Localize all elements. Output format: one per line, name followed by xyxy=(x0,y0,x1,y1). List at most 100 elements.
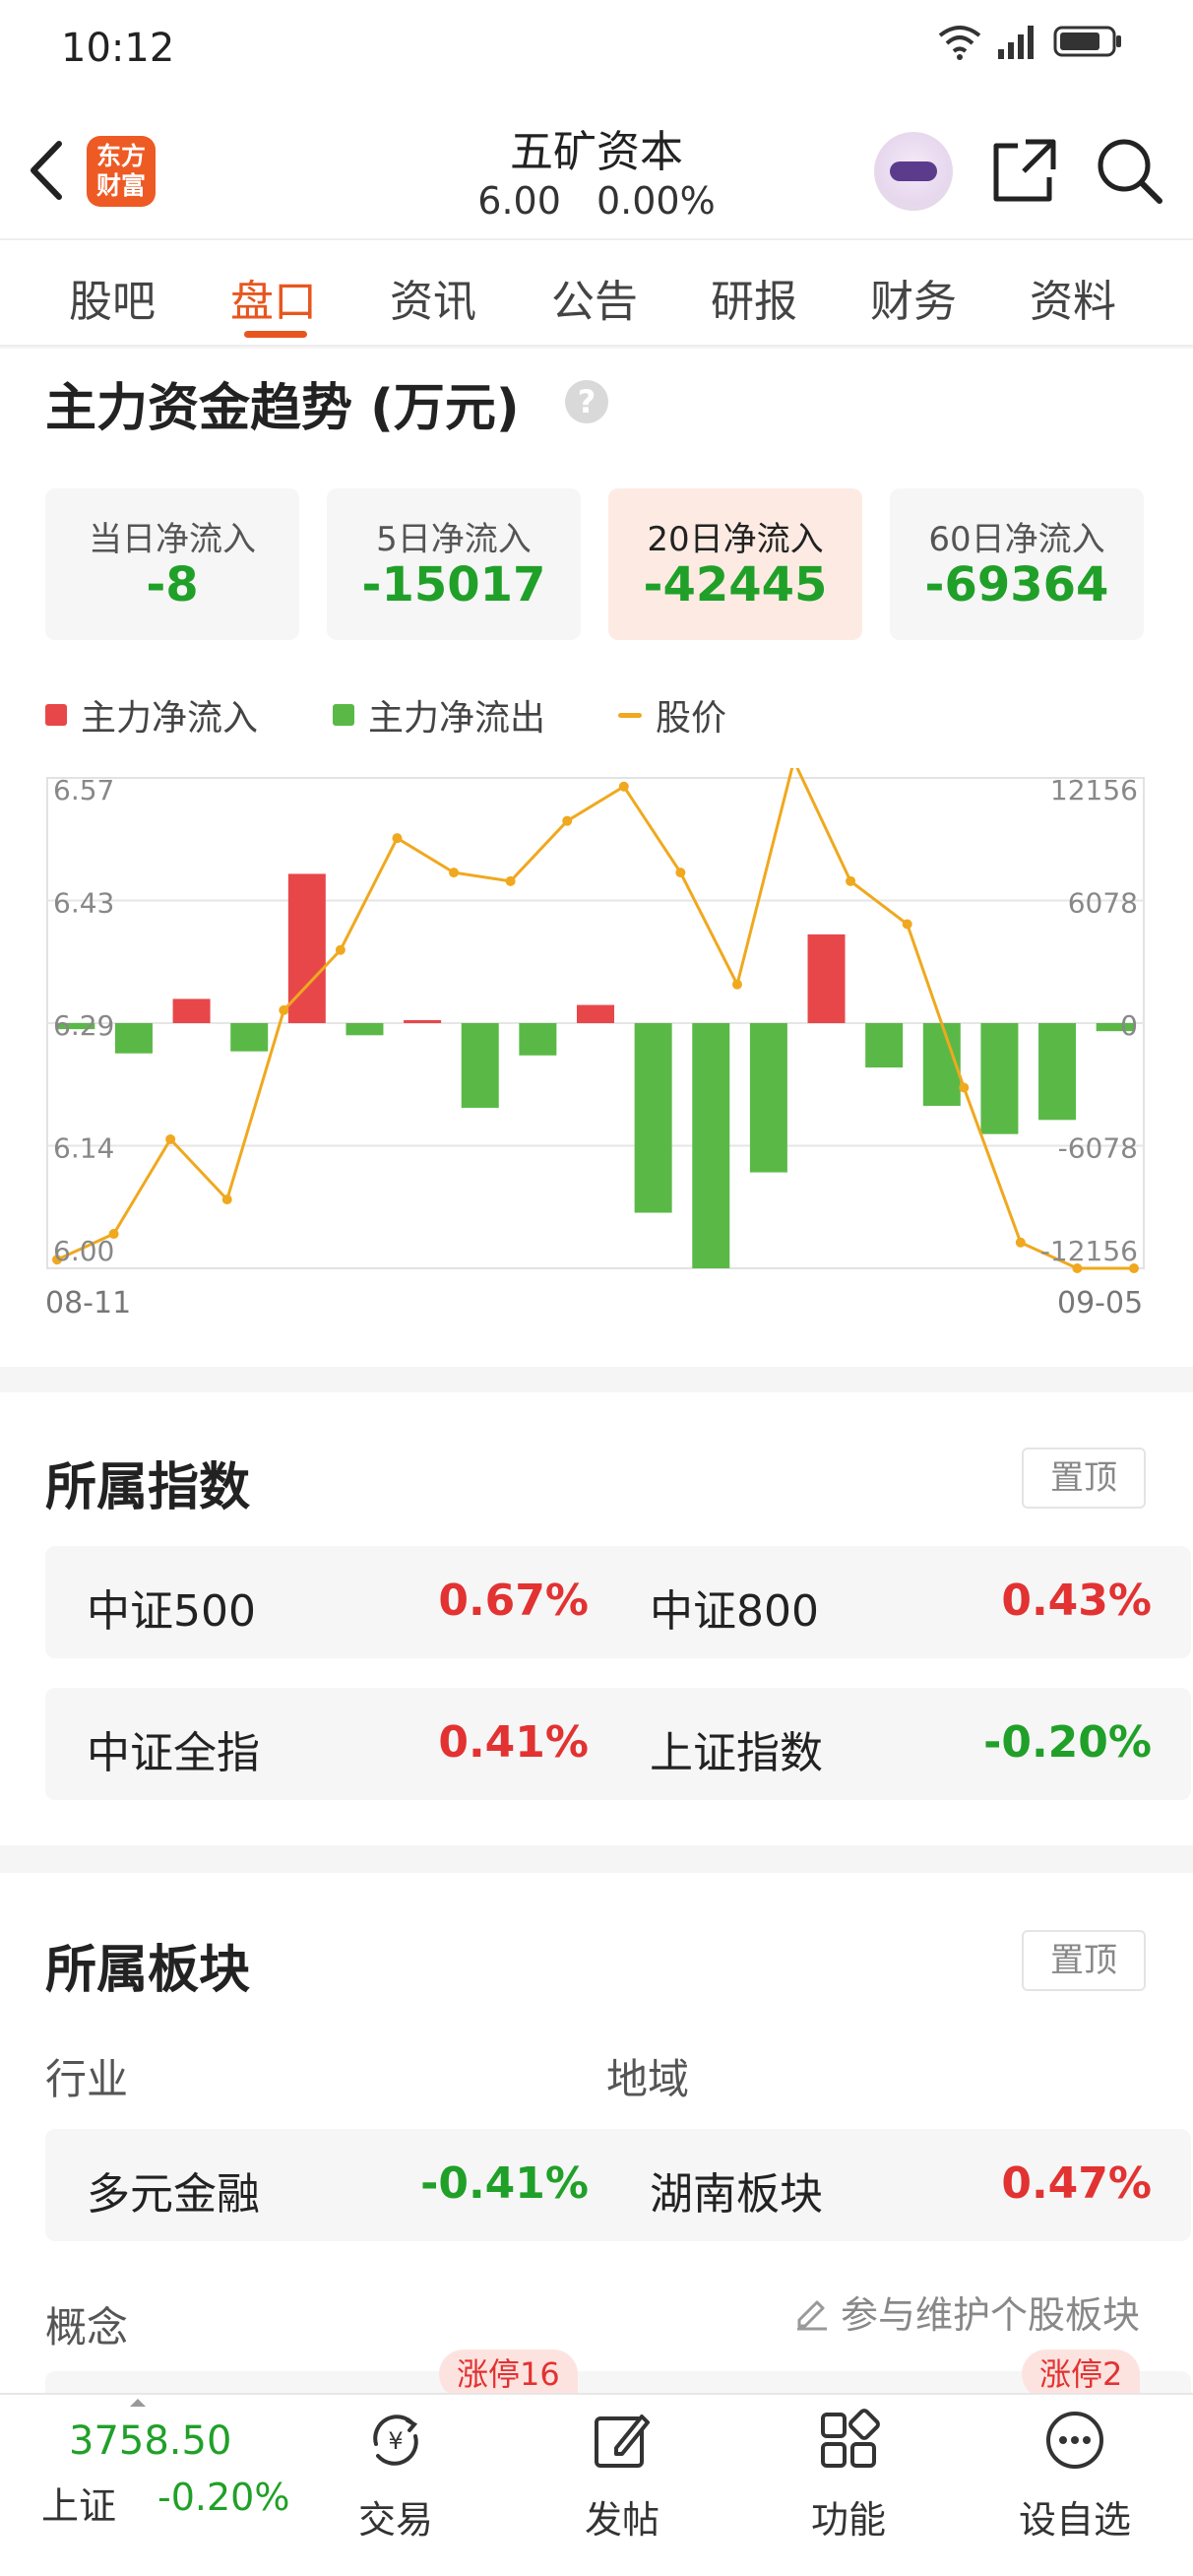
compose-icon xyxy=(595,2415,650,2468)
tab-finance[interactable]: 财务 xyxy=(870,266,957,329)
outflow-bar xyxy=(114,1023,153,1054)
maintain-sectors-link[interactable]: 参与维护个股板块 xyxy=(791,2285,1140,2339)
post-label: 发帖 xyxy=(584,2498,659,2542)
index-card[interactable]: 中证500 0.67% xyxy=(45,1546,628,1658)
expand-caret-icon[interactable] xyxy=(130,2399,146,2407)
right-axis-tick: 6078 xyxy=(1068,887,1138,920)
price-point xyxy=(505,875,516,886)
tab-indicator xyxy=(244,331,307,338)
index-change: 0.43% xyxy=(1001,1576,1152,1626)
status-icons xyxy=(937,22,1124,61)
outflow-bar xyxy=(749,1023,787,1173)
left-axis-tick: 6.14 xyxy=(53,1132,114,1165)
inflow-bar xyxy=(807,934,846,1023)
wifi-icon xyxy=(938,26,981,60)
right-axis-tick: -12156 xyxy=(1040,1235,1138,1267)
indices-pin-button[interactable]: 置顶 xyxy=(1022,1448,1146,1509)
functions-button[interactable]: 功能 xyxy=(760,2409,937,2544)
tab-news[interactable]: 资讯 xyxy=(390,266,476,329)
region-card[interactable]: 湖南板块 0.47% xyxy=(608,2129,1191,2241)
legend-outflow-label: 主力净流出 xyxy=(368,698,546,739)
outflow-bar xyxy=(692,1023,730,1268)
flow-card-5d[interactable]: 5日净流入 -15017 xyxy=(327,488,581,640)
trade-label: 交易 xyxy=(357,2498,433,2542)
industry-card[interactable]: 多元金融 -0.41% xyxy=(45,2129,628,2241)
trade-icon: ¥ xyxy=(373,2415,418,2466)
tab-research[interactable]: 研报 xyxy=(711,266,797,329)
help-icon[interactable]: ? xyxy=(565,380,608,423)
index-name: 中证500 xyxy=(87,1586,256,1637)
price-point xyxy=(1015,1237,1026,1248)
flow-card-20d[interactable]: 20日净流入 -42445 xyxy=(608,488,862,640)
capital-flow-chart[interactable]: 6.57 6.43 6.29 6.14 6.00 12156 6078 0 -6078 -1215… xyxy=(0,768,1193,1280)
legend-inflow-label: 主力净流入 xyxy=(81,698,259,739)
index-change: 0.67% xyxy=(438,1576,589,1626)
tab-guba[interactable]: 股吧 xyxy=(69,266,156,329)
legend-price: 股价 xyxy=(618,689,726,741)
indices-title: 所属指数 xyxy=(45,1458,251,1517)
right-axis-tick: -6078 xyxy=(1058,1132,1138,1165)
status-bar: 10:12 xyxy=(0,0,1193,98)
tab-pankou[interactable]: 盘口 xyxy=(230,266,317,329)
outflow-bar xyxy=(1038,1023,1077,1121)
robot-face-icon xyxy=(890,161,937,181)
tab-profile[interactable]: 资料 xyxy=(1030,266,1116,329)
outflow-bar xyxy=(634,1023,672,1213)
price-point xyxy=(221,1194,232,1205)
outflow-swatch xyxy=(333,704,354,726)
industry-change: -0.41% xyxy=(420,2158,589,2209)
signal-icon xyxy=(998,26,1034,59)
tab-bar: 股吧 盘口 资讯 公告 研报 财务 资料 xyxy=(0,238,1193,347)
index-change: -0.20% xyxy=(983,1717,1152,1768)
index-ticker-change[interactable]: -0.20% xyxy=(157,2476,289,2519)
region-name: 湖南板块 xyxy=(650,2169,823,2220)
post-button[interactable]: 发帖 xyxy=(534,2409,711,2544)
limit-up-badge: 涨停2 xyxy=(1022,2350,1141,2399)
price-point xyxy=(392,833,403,844)
assistant-avatar[interactable] xyxy=(874,132,953,211)
region-change: 0.47% xyxy=(1001,2158,1152,2209)
concept-label: 概念 xyxy=(45,2303,129,2351)
price-point xyxy=(902,919,912,930)
battery-icon xyxy=(1053,26,1121,57)
capital-flow-title: 主力资金趋势 (万元) xyxy=(45,379,520,438)
add-watchlist-button[interactable]: 设自选 xyxy=(986,2409,1163,2544)
index-ticker-price[interactable]: 3758.50 xyxy=(69,2418,231,2464)
price-point xyxy=(562,815,573,826)
share-icon[interactable] xyxy=(990,136,1059,205)
flow-card-value: -69364 xyxy=(924,557,1109,612)
region-label: 地域 xyxy=(606,2055,690,2103)
status-time: 10:12 xyxy=(61,26,175,71)
index-ticker-label[interactable]: 上证 xyxy=(41,2476,116,2530)
tab-announcements[interactable]: 公告 xyxy=(551,266,638,329)
price-point xyxy=(279,1004,289,1015)
legend-price-label: 股价 xyxy=(656,698,727,739)
left-axis-tick: 6.57 xyxy=(53,774,114,806)
index-card[interactable]: 上证指数 -0.20% xyxy=(608,1688,1191,1800)
right-axis-tick: 0 xyxy=(1120,1009,1138,1042)
outflow-bar xyxy=(980,1023,1019,1134)
inflow-swatch xyxy=(45,704,67,726)
price-point xyxy=(335,944,345,955)
search-icon[interactable] xyxy=(1095,136,1163,205)
outflow-bar xyxy=(865,1023,904,1068)
svg-text:¥: ¥ xyxy=(388,2427,403,2455)
index-card[interactable]: 中证全指 0.41% xyxy=(45,1688,628,1800)
left-axis-tick: 6.43 xyxy=(53,887,114,920)
index-name: 上证指数 xyxy=(650,1728,823,1778)
right-axis-tick: 12156 xyxy=(1050,774,1138,806)
chart-end-date: 09-05 xyxy=(1057,1286,1144,1320)
price-point xyxy=(165,1133,176,1144)
trade-button[interactable]: ¥ 交易 xyxy=(307,2409,484,2544)
left-axis-tick: 6.29 xyxy=(53,1009,114,1042)
sectors-pin-button[interactable]: 置顶 xyxy=(1022,1930,1146,1991)
inflow-bar xyxy=(404,1019,442,1023)
outflow-bar xyxy=(461,1023,499,1109)
flow-card-today[interactable]: 当日净流入 -8 xyxy=(45,488,299,640)
index-card[interactable]: 中证800 0.43% xyxy=(608,1546,1191,1658)
index-name: 中证800 xyxy=(650,1586,819,1637)
flow-card-label: 60日净流入 xyxy=(928,520,1105,559)
price-point xyxy=(449,868,460,878)
legend-outflow: 主力净流出 xyxy=(333,689,545,741)
flow-card-60d[interactable]: 60日净流入 -69364 xyxy=(890,488,1144,640)
